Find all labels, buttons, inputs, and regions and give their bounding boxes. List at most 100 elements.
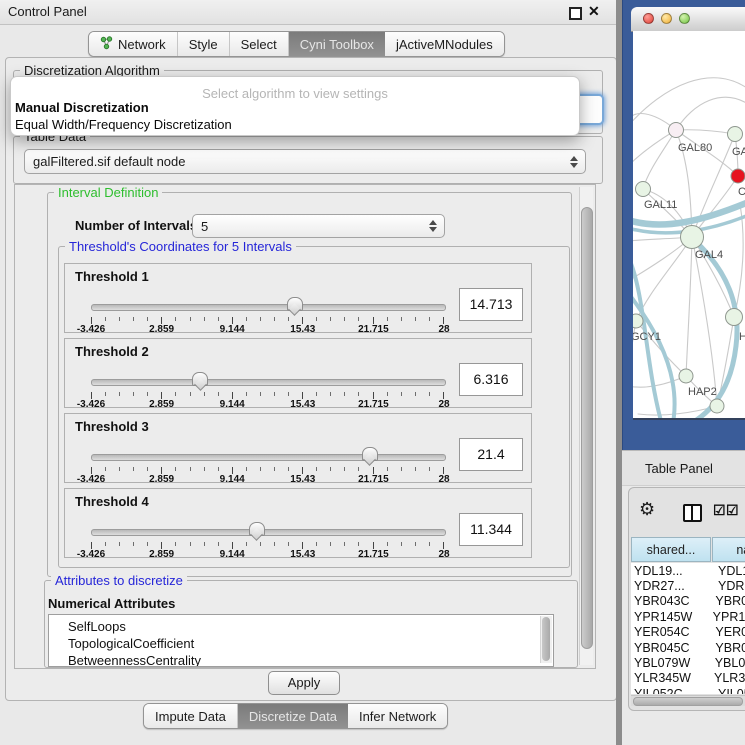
table-data-combobox[interactable]: galFiltered.sif default node (24, 149, 586, 174)
tick-mark (218, 542, 219, 546)
tick-label: 28 (438, 474, 449, 485)
network-node[interactable] (669, 123, 684, 138)
slider-thumb[interactable] (192, 372, 208, 386)
tab-style[interactable]: Style (178, 32, 230, 56)
minimize-traffic-light[interactable] (661, 13, 672, 24)
network-window-titlebar[interactable] (631, 7, 745, 32)
apply-button[interactable]: Apply (268, 671, 340, 695)
list-item[interactable]: BetweennessCentrality (49, 652, 553, 667)
slider-track[interactable] (91, 304, 446, 311)
tick-mark (401, 542, 402, 546)
threshold-3-slider[interactable]: -3.4262.8599.14415.4321.71528 (91, 448, 444, 482)
table-row[interactable]: YBL079WYBL079W (631, 655, 745, 670)
tab-network[interactable]: Network (89, 32, 178, 56)
tick-mark (288, 392, 289, 396)
list-item[interactable]: SelfLoops (49, 615, 553, 635)
tick-mark (415, 392, 416, 396)
tab-select[interactable]: Select (230, 32, 289, 56)
threshold-1-value[interactable]: 14.713 (459, 288, 523, 321)
close-traffic-light[interactable] (643, 13, 654, 24)
column-header-name[interactable]: name (712, 537, 745, 562)
tick-mark (429, 392, 430, 396)
tick-mark (344, 392, 345, 396)
tick-mark (232, 317, 233, 324)
column-header-shared-name[interactable]: shared... (631, 537, 711, 562)
tick-label: -3.426 (77, 474, 105, 485)
tab-jactivemnodules[interactable]: jActiveMNodules (385, 32, 504, 56)
tab-infer-network[interactable]: Infer Network (348, 704, 447, 728)
table-row[interactable]: YDL19...YDL19 (631, 563, 745, 578)
scrollbar-thumb[interactable] (581, 207, 593, 649)
slider-track[interactable] (91, 454, 446, 461)
popup-option-manual-discretization[interactable]: Manual Discretization (15, 100, 149, 115)
table-horizontal-scrollbar[interactable] (631, 695, 745, 706)
table-row[interactable]: YLR345WYLR345W (631, 671, 745, 686)
tick-mark (260, 467, 261, 471)
control-panel-title: Control Panel (8, 4, 87, 19)
panel-vertical-scrollbar[interactable] (579, 187, 593, 665)
network-node[interactable] (679, 369, 693, 383)
tab-cyni-toolbox[interactable]: Cyni Toolbox (289, 32, 385, 56)
tick-mark (344, 317, 345, 321)
zoom-traffic-light[interactable] (679, 13, 690, 24)
slider-ticks (91, 542, 444, 549)
table-row[interactable]: YER054CYER054C (631, 625, 745, 640)
table-row[interactable]: YBR045CYBR045C (631, 640, 745, 655)
threshold-3-label: Threshold 3 (75, 419, 149, 434)
network-node[interactable] (633, 314, 643, 328)
network-node[interactable] (636, 182, 651, 197)
tick-label: 2.859 (149, 324, 174, 335)
tick-mark (429, 542, 430, 546)
list-scrollbar[interactable] (540, 616, 552, 663)
tick-mark (373, 467, 374, 474)
network-node-label: C (738, 186, 745, 198)
tab-impute-data[interactable]: Impute Data (144, 704, 238, 728)
threshold-2-slider[interactable]: -3.4262.8599.14415.4321.71528 (91, 373, 444, 407)
slider-track[interactable] (91, 379, 446, 386)
tick-mark (358, 467, 359, 471)
table-row[interactable]: YBR043CYBR043C (631, 594, 745, 609)
list-item[interactable]: TopologicalCoefficient (49, 635, 553, 652)
table-row[interactable]: YPR145WYPR145W (631, 609, 745, 624)
close-icon[interactable]: ✕ (588, 3, 600, 20)
scrollbar-thumb[interactable] (633, 697, 743, 706)
slider-thumb[interactable] (287, 297, 303, 311)
checkbox-icon[interactable]: ☑ (713, 502, 726, 519)
number-of-intervals-value: 5 (201, 219, 208, 234)
threshold-2-value[interactable]: 6.316 (459, 363, 523, 396)
tick-mark (190, 317, 191, 321)
slider-track[interactable] (91, 529, 446, 536)
threshold-1-slider[interactable]: -3.4262.8599.14415.4321.71528 (91, 298, 444, 332)
network-node[interactable] (726, 309, 743, 326)
gear-icon[interactable]: ⚙ (639, 500, 655, 518)
tick-mark (387, 317, 388, 321)
network-node[interactable] (728, 127, 743, 142)
threshold-3-value[interactable]: 21.4 (459, 438, 523, 471)
tick-mark (302, 467, 303, 474)
network-edge (636, 237, 692, 321)
table-row[interactable]: YDR27...YDR27 (631, 578, 745, 593)
tick-mark (373, 542, 374, 549)
column-selector-icon[interactable] (683, 504, 702, 522)
network-node[interactable] (710, 399, 724, 413)
number-of-intervals-combobox[interactable]: 5 (192, 214, 445, 238)
slider-thumb[interactable] (362, 447, 378, 461)
tick-mark (274, 317, 275, 321)
slider-ticks (91, 317, 444, 324)
float-window-icon[interactable] (569, 7, 582, 20)
tick-mark (218, 317, 219, 321)
slider-tick-labels: -3.4262.8599.14415.4321.71528 (91, 399, 444, 411)
slider-thumb[interactable] (249, 522, 265, 536)
tab-discretize-data[interactable]: Discretize Data (238, 704, 348, 728)
popup-option-equal-width[interactable]: Equal Width/Frequency Discretization (15, 117, 232, 132)
table-row[interactable]: YIL052CYIL052C (631, 686, 745, 694)
threshold-4-slider[interactable]: -3.4262.8599.14415.4321.71528 (91, 523, 444, 557)
threshold-4-value[interactable]: 11.344 (459, 513, 523, 546)
checkbox-icon[interactable]: ☑ (726, 502, 739, 519)
network-node[interactable] (681, 226, 704, 249)
tick-mark (204, 317, 205, 321)
tick-mark (218, 392, 219, 396)
network-node[interactable] (731, 169, 745, 183)
tick-mark (119, 542, 120, 546)
network-canvas[interactable]: GAL80GACGAL11GAL4GCY1HHAP2 (633, 31, 745, 420)
